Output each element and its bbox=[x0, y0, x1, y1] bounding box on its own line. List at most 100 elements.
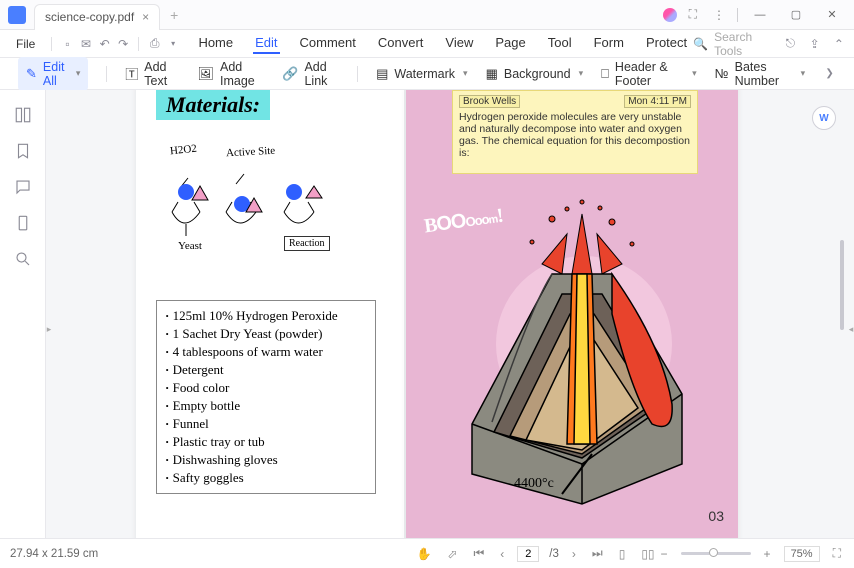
tab-edit[interactable]: Edit bbox=[253, 33, 279, 54]
sticky-note[interactable]: Brook Wells Mon 4:11 PM Hydrogen peroxid… bbox=[452, 90, 698, 174]
tab-convert[interactable]: Convert bbox=[376, 33, 426, 54]
window-minimize-button[interactable]: — bbox=[746, 3, 774, 27]
watermark-label: Watermark bbox=[394, 67, 455, 81]
bookmarks-icon[interactable] bbox=[14, 142, 32, 160]
tab-home[interactable]: Home bbox=[196, 33, 235, 54]
header-footer-button[interactable]: ⎕ Header & Footer ▾ bbox=[601, 60, 697, 88]
chevron-down-icon: ▾ bbox=[692, 68, 697, 79]
reaction-diagram: H2O2 Active Site Yeast Reaction bbox=[164, 142, 364, 260]
fit-page-icon[interactable]: ⛶ bbox=[830, 544, 844, 563]
document-page-left[interactable]: Materials: H2O2 Active Site Yeast Reacti… bbox=[136, 90, 404, 544]
total-pages: /3 bbox=[549, 548, 559, 560]
divider bbox=[106, 66, 107, 82]
user-avatar[interactable] bbox=[663, 8, 677, 22]
zoom-level[interactable]: 75% bbox=[784, 546, 820, 562]
two-page-view-icon[interactable]: ▯▯ bbox=[638, 545, 657, 563]
thumbnails-icon[interactable] bbox=[14, 106, 32, 124]
zoom-out-button[interactable]: − bbox=[658, 545, 671, 563]
temperature-label: 4400°c bbox=[514, 476, 554, 492]
add-image-button[interactable]: 🖼 Add Image bbox=[198, 60, 265, 88]
select-tool-icon[interactable]: ⬀ bbox=[444, 545, 460, 563]
chevron-down-icon: ▾ bbox=[463, 68, 468, 79]
volcano-illustration bbox=[422, 174, 722, 514]
tab-page[interactable]: Page bbox=[493, 33, 527, 54]
undo-icon[interactable]: ↶ bbox=[97, 36, 112, 52]
bates-label: Bates Number bbox=[735, 60, 793, 88]
note-author: Brook Wells bbox=[459, 95, 520, 108]
diagram-label-active-site: Active Site bbox=[226, 145, 276, 160]
tab-view[interactable]: View bbox=[443, 33, 475, 54]
document-tab[interactable]: science-copy.pdf × bbox=[34, 4, 160, 30]
redo-icon[interactable]: ↷ bbox=[116, 36, 131, 52]
list-item: Dishwashing gloves bbox=[165, 451, 367, 469]
tab-protect[interactable]: Protect bbox=[644, 33, 689, 54]
tab-comment[interactable]: Comment bbox=[298, 33, 358, 54]
page-number-input[interactable] bbox=[517, 546, 539, 562]
expand-left-panel[interactable]: ▸ bbox=[46, 309, 52, 349]
materials-heading: Materials: bbox=[156, 90, 270, 120]
hand-tool-icon[interactable]: ✋ bbox=[413, 545, 434, 563]
tab-form[interactable]: Form bbox=[592, 33, 626, 54]
window-restore-button[interactable]: ▢ bbox=[782, 3, 810, 27]
page-number: 03 bbox=[708, 508, 724, 524]
divider bbox=[357, 66, 358, 82]
print-icon[interactable]: ⎙ bbox=[147, 36, 162, 52]
last-page-button[interactable]: ⏭ bbox=[589, 544, 606, 563]
single-page-view-icon[interactable]: ▯ bbox=[616, 545, 629, 563]
search-tools[interactable]: 🔍 Search Tools bbox=[693, 30, 773, 58]
bates-number-button[interactable]: № Bates Number ▾ bbox=[715, 60, 805, 88]
divider bbox=[138, 37, 139, 51]
chevron-down-icon: ▾ bbox=[801, 68, 806, 79]
maximize-icon[interactable]: ⛶ bbox=[685, 5, 701, 24]
note-timestamp: Mon 4:11 PM bbox=[624, 95, 691, 108]
vertical-scrollbar[interactable] bbox=[840, 240, 844, 330]
toolbar-more-icon[interactable]: ❯ bbox=[823, 66, 836, 82]
tab-tool[interactable]: Tool bbox=[546, 33, 574, 54]
watermark-button[interactable]: ▤ Watermark ▾ bbox=[376, 66, 467, 82]
zoom-thumb[interactable] bbox=[709, 548, 718, 557]
list-item: 125ml 10% Hydrogen Peroxide bbox=[165, 307, 367, 325]
file-menu[interactable]: File bbox=[8, 33, 43, 55]
prev-page-button[interactable]: ‹ bbox=[497, 545, 507, 563]
zoom-in-button[interactable]: + bbox=[761, 545, 774, 563]
first-page-button[interactable]: ⏮ bbox=[470, 544, 487, 563]
add-link-button[interactable]: 🔗 Add Link bbox=[282, 60, 339, 88]
tab-close-button[interactable]: × bbox=[142, 10, 149, 24]
search-panel-icon[interactable] bbox=[14, 250, 32, 268]
window-close-button[interactable]: ✕ bbox=[818, 3, 846, 27]
document-page-right[interactable]: Brook Wells Mon 4:11 PM Hydrogen peroxid… bbox=[406, 90, 738, 544]
list-item: Detergent bbox=[165, 361, 367, 379]
app-icon bbox=[8, 6, 26, 24]
add-text-button[interactable]: 🅃 Add Text bbox=[125, 60, 179, 88]
kebab-menu-icon[interactable]: ⋮ bbox=[709, 6, 729, 24]
share-icon[interactable]: ⇪ bbox=[808, 36, 822, 52]
chevron-down-icon: ▾ bbox=[76, 68, 81, 79]
materials-list: 125ml 10% Hydrogen Peroxide 1 Sachet Dry… bbox=[156, 300, 376, 494]
tab-title: science-copy.pdf bbox=[45, 10, 134, 24]
comments-icon[interactable] bbox=[14, 178, 32, 196]
mail-icon[interactable]: ✉ bbox=[79, 36, 94, 52]
expand-right-panel[interactable]: ◂ bbox=[848, 309, 854, 349]
text-icon: 🅃 bbox=[125, 64, 138, 83]
edit-all-label: Edit All bbox=[43, 60, 68, 88]
list-item: 4 tablespoons of warm water bbox=[165, 343, 367, 361]
header-footer-label: Header & Footer bbox=[615, 60, 684, 88]
diagram-label-h2o2: H2O2 bbox=[169, 143, 197, 158]
pencil-icon: ✎ bbox=[26, 66, 37, 82]
add-text-label: Add Text bbox=[144, 60, 179, 88]
edit-all-button[interactable]: ✎ Edit All ▾ bbox=[18, 57, 88, 91]
word-export-button[interactable]: W bbox=[812, 106, 836, 130]
background-button[interactable]: ▦ Background ▾ bbox=[486, 66, 584, 82]
collapse-ribbon-icon[interactable]: ⌃ bbox=[832, 36, 846, 52]
list-item: Empty bottle bbox=[165, 397, 367, 415]
next-page-button[interactable]: › bbox=[569, 545, 579, 563]
search-placeholder: Search Tools bbox=[714, 30, 773, 58]
export-icon[interactable]: ⎋ bbox=[783, 36, 797, 52]
zoom-slider[interactable] bbox=[681, 552, 751, 555]
add-link-label: Add Link bbox=[304, 60, 339, 88]
attachments-icon[interactable] bbox=[14, 214, 32, 232]
print-chevron-icon[interactable]: ▾ bbox=[166, 36, 181, 52]
new-tab-button[interactable]: + bbox=[170, 7, 178, 23]
save-icon[interactable]: ▫ bbox=[60, 36, 75, 52]
image-icon: 🖼 bbox=[198, 66, 215, 82]
